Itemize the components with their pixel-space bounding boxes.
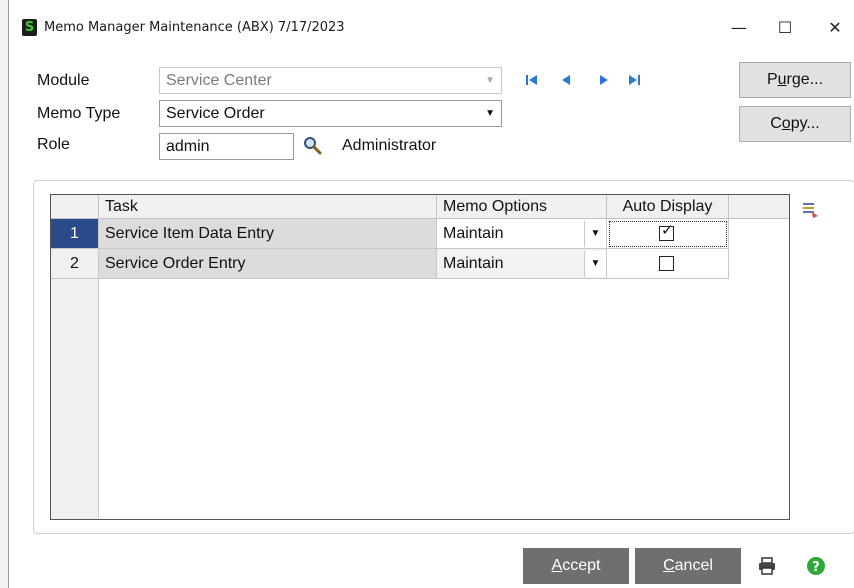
- accept-label-end: ccept: [562, 557, 601, 574]
- search-icon: [304, 137, 322, 155]
- accept-label-hotkey: A: [551, 557, 563, 574]
- cancel-button[interactable]: Cancel: [635, 548, 741, 584]
- copy-label-hotkey: o: [781, 115, 791, 132]
- purge-button[interactable]: Purge...: [739, 62, 851, 98]
- checkmark-icon: ✓: [661, 222, 674, 239]
- memo-option-select[interactable]: Maintain ▼: [437, 219, 607, 249]
- task-cell[interactable]: Service Order Entry: [99, 249, 437, 279]
- task-cell[interactable]: Service Item Data Entry: [99, 219, 437, 249]
- previous-record-icon: [562, 75, 570, 85]
- row-number[interactable]: 2: [51, 249, 99, 279]
- task-column-header[interactable]: Task: [99, 195, 437, 219]
- module-select: Service Center ▼: [159, 67, 502, 94]
- help-button[interactable]: ?: [806, 556, 826, 581]
- svg-text:?: ?: [812, 560, 820, 575]
- memo-type-value: Service Order: [166, 105, 265, 122]
- memo-type-label: Memo Type: [37, 105, 121, 122]
- purge-label-hotkey: u: [777, 71, 787, 88]
- first-record-icon: [526, 75, 537, 85]
- maximize-button[interactable]: ☐: [765, 12, 805, 44]
- tasks-grid: Task Memo Options Auto Display 1 Service…: [50, 194, 790, 520]
- auto-display-checkbox[interactable]: [659, 256, 674, 271]
- memo-option-value: Maintain: [443, 225, 504, 242]
- auto-display-cell[interactable]: ✓: [607, 219, 729, 249]
- first-record-button[interactable]: [525, 72, 543, 90]
- empty-column-header: [729, 195, 789, 219]
- auto-display-checkbox[interactable]: ✓: [659, 222, 674, 241]
- accept-button[interactable]: Accept: [523, 548, 629, 584]
- close-button[interactable]: ✕: [815, 12, 854, 44]
- next-record-icon: [600, 75, 608, 85]
- chevron-down-icon: ▼: [584, 221, 606, 247]
- title-bar: S Memo Manager Maintenance (ABX) 7/17/20…: [9, 0, 854, 58]
- previous-record-button[interactable]: [559, 72, 577, 90]
- auto-display-cell[interactable]: [607, 249, 729, 279]
- window-title: Memo Manager Maintenance (ABX) 7/17/2023: [44, 20, 345, 35]
- role-input[interactable]: admin: [159, 133, 294, 160]
- chevron-down-icon: ▼: [485, 108, 495, 119]
- purge-label-start: P: [766, 71, 778, 88]
- minimize-button[interactable]: —: [719, 12, 759, 44]
- chevron-down-icon: ▼: [485, 75, 495, 86]
- module-label: Module: [37, 72, 90, 89]
- help-icon: ?: [807, 557, 825, 575]
- chevron-down-icon: ▼: [584, 251, 606, 277]
- role-label: Role: [37, 136, 70, 153]
- grid-settings-button[interactable]: [801, 200, 821, 225]
- role-description: Administrator: [342, 137, 437, 154]
- copy-label-end: py...: [790, 115, 820, 132]
- memo-option-value: Maintain: [443, 255, 504, 272]
- app-logo-icon: S: [22, 19, 37, 36]
- printer-icon: [759, 557, 775, 575]
- module-value: Service Center: [166, 72, 272, 89]
- memo-manager-window: S Memo Manager Maintenance (ABX) 7/17/20…: [8, 0, 854, 588]
- cancel-label-hotkey: C: [663, 557, 675, 574]
- row-number[interactable]: 1: [51, 219, 99, 249]
- purge-label-end: rge...: [786, 71, 824, 88]
- memo-option-select[interactable]: Maintain ▼: [437, 249, 607, 279]
- last-record-button[interactable]: [627, 72, 645, 90]
- role-lookup-button[interactable]: [303, 136, 323, 161]
- print-button[interactable]: [757, 556, 777, 581]
- last-record-icon: [629, 75, 640, 85]
- auto-display-column-header[interactable]: Auto Display: [607, 195, 729, 219]
- copy-button[interactable]: Copy...: [739, 106, 851, 142]
- copy-label-start: C: [770, 115, 782, 132]
- next-record-button[interactable]: [597, 72, 615, 90]
- corner-header: [51, 195, 99, 219]
- memo-options-column-header[interactable]: Memo Options: [437, 195, 607, 219]
- customize-columns-icon: [803, 203, 818, 218]
- cancel-label-end: ancel: [674, 557, 713, 574]
- memo-type-select[interactable]: Service Order ▼: [159, 100, 502, 127]
